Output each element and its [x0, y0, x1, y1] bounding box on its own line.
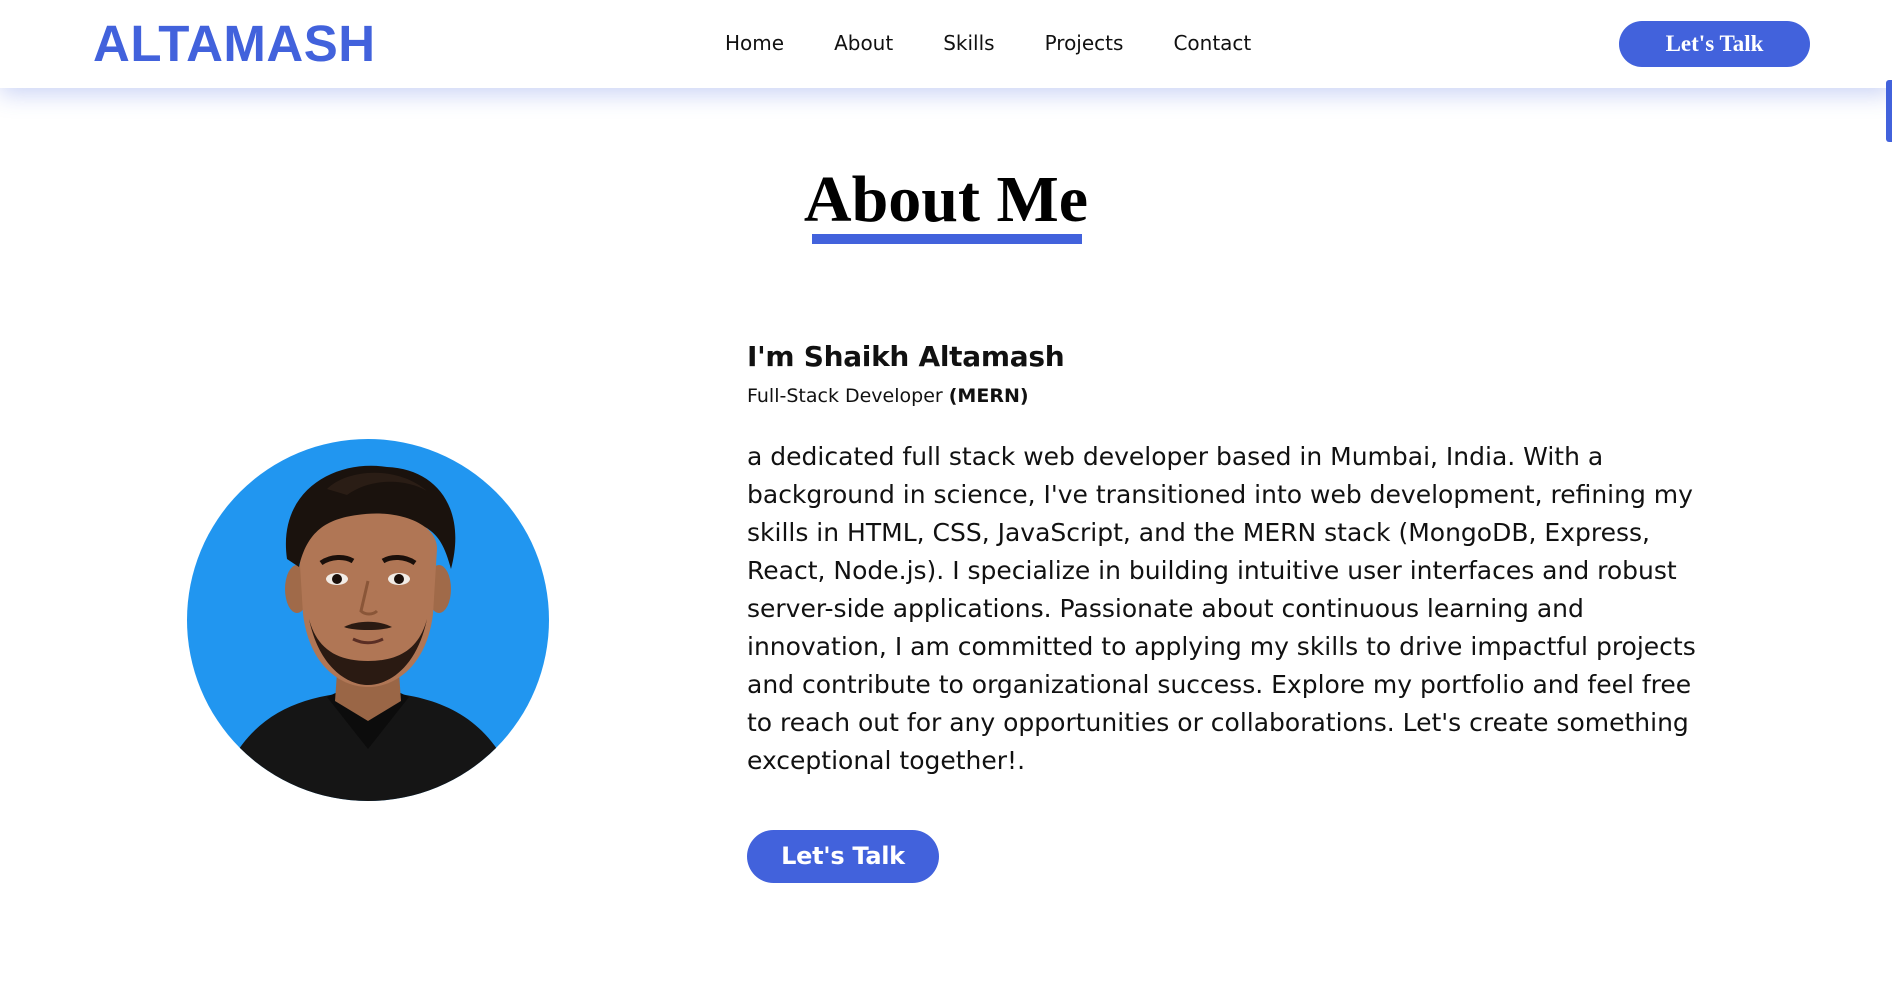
bio-text: a dedicated full stack web developer bas…: [747, 442, 1696, 775]
site-header: ALTAMASH Home About Skills Projects Cont…: [0, 0, 1892, 88]
page-title: About Me: [803, 163, 1089, 236]
profile-photo-icon: [209, 465, 527, 801]
scroll-indicator[interactable]: [1886, 80, 1892, 142]
role-title: Full-Stack Developer: [747, 385, 949, 407]
intro-name: I'm Shaikh Altamash: [747, 340, 1065, 373]
title-underline: [812, 234, 1082, 244]
lets-talk-button[interactable]: Let's Talk: [747, 830, 939, 883]
site-logo[interactable]: ALTAMASH: [93, 14, 376, 74]
role-stack: (MERN): [948, 385, 1029, 407]
avatar: [187, 439, 549, 801]
header-lets-talk-button[interactable]: Let's Talk: [1619, 21, 1810, 67]
nav-link-projects[interactable]: Projects: [1045, 28, 1124, 58]
main-nav: Home About Skills Projects Contact: [700, 28, 1301, 58]
nav-link-contact[interactable]: Contact: [1173, 28, 1251, 58]
nav-link-about[interactable]: About: [834, 28, 893, 58]
intro-role: Full-Stack Developer (MERN): [747, 382, 1029, 410]
nav-link-skills[interactable]: Skills: [943, 28, 994, 58]
nav-link-home[interactable]: Home: [725, 28, 784, 58]
